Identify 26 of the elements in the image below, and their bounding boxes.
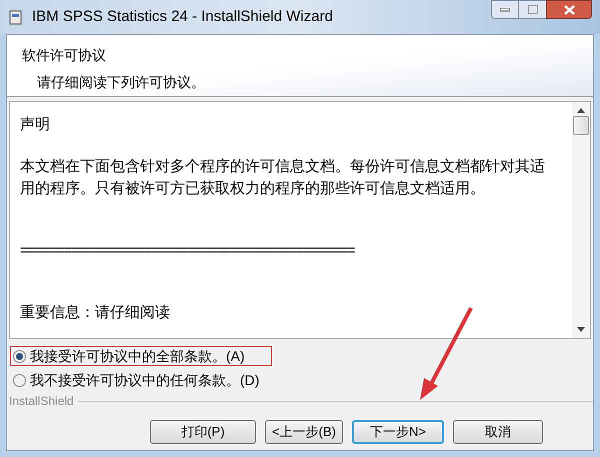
- radio-button[interactable]: [13, 374, 26, 386]
- scrollbar[interactable]: [572, 102, 590, 338]
- wizard-button[interactable]: 下一步N>: [352, 420, 444, 444]
- scroll-thumb[interactable]: [573, 116, 589, 135]
- license-paragraph: 声明: [20, 115, 51, 135]
- header-title: 软件许可协议: [22, 46, 107, 65]
- header-subtitle: 请仔细阅读下列许可协议。: [36, 73, 206, 92]
- close-button[interactable]: [546, 0, 592, 19]
- scroll-down-icon[interactable]: [577, 327, 585, 332]
- wizard-button[interactable]: <上一步(B): [265, 420, 343, 444]
- maximize-icon: [528, 5, 538, 14]
- window-title: IBM SPSS Statistics 24 - InstallShield Wizard: [32, 6, 333, 27]
- license-paragraph: 重要信息：请仔细阅读: [20, 303, 171, 323]
- option-label: 我接受许可协议中的全部条款。(A): [30, 346, 245, 366]
- license-paragraph: 本文档在下面包含针对多个程序的许可信息文档。每份许可信息文档都针对其适用的程序。只有被许可方已获取权力的程序的那些许可信息文档适用。: [20, 157, 546, 199]
- license-paragraph: ==============================================: [20, 241, 356, 261]
- wizard-button[interactable]: 取消: [453, 420, 543, 444]
- installer-icon: [8, 8, 24, 26]
- radio-button[interactable]: [13, 350, 26, 362]
- close-icon: [564, 4, 574, 14]
- brand-label: InstallShield: [9, 393, 74, 410]
- minimize-icon: [500, 8, 510, 12]
- minimize-button[interactable]: [491, 0, 519, 19]
- wizard-button[interactable]: 打印(P): [150, 420, 256, 444]
- radio-option[interactable]: 我接受许可协议中的全部条款。(A): [10, 346, 272, 366]
- scroll-up-icon[interactable]: [577, 108, 585, 113]
